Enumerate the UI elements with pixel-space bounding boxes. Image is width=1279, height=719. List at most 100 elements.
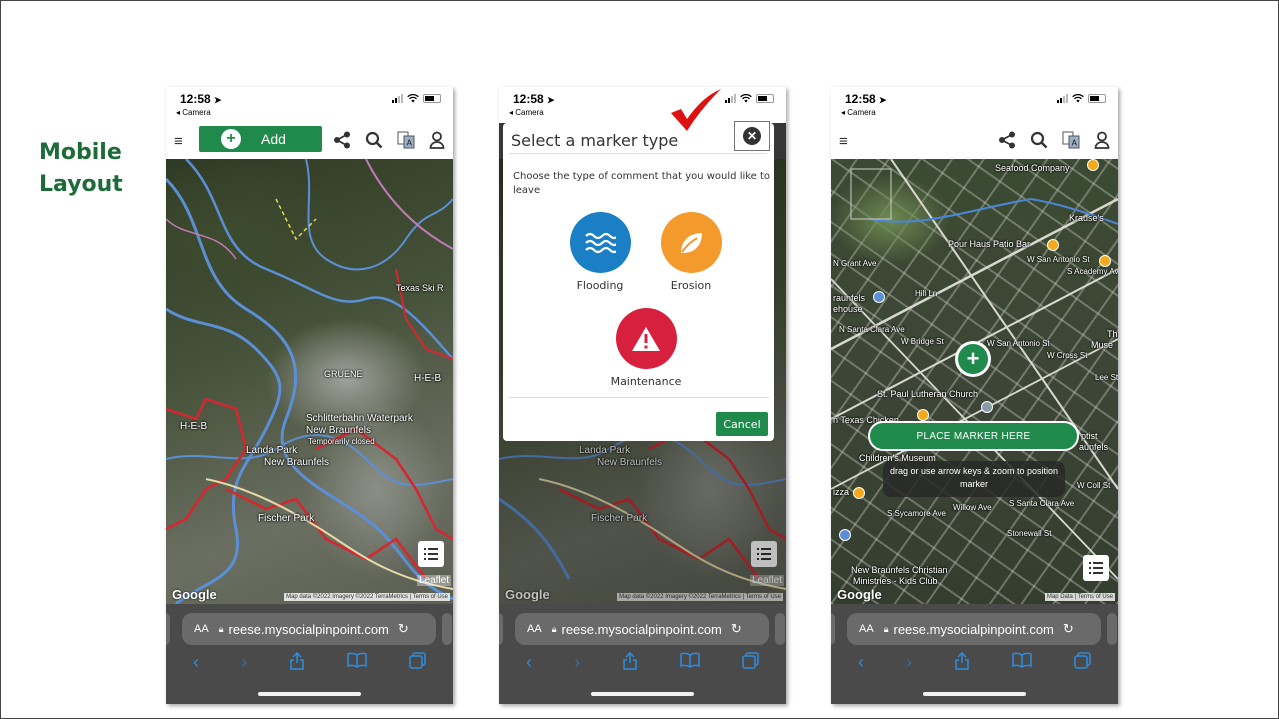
map-canvas[interactable]: Texas Ski R GRUENE H-E-B Schlitterbahn W… — [166, 159, 453, 604]
wifi-icon — [1072, 94, 1084, 103]
user-icon[interactable] — [429, 131, 445, 149]
home-indicator[interactable] — [591, 692, 694, 696]
leaflet-attribution[interactable]: Leaflet — [416, 575, 451, 586]
museum-pin-icon[interactable] — [873, 291, 885, 303]
url-bar[interactable]: AA 🔒︎ reese.mysocialpinpoint.com ↻ — [182, 613, 436, 645]
signal-icon — [392, 94, 403, 103]
url-text: reese.mysocialpinpoint.com — [893, 621, 1054, 637]
bookmarks-icon[interactable] — [347, 652, 367, 675]
back-to-camera[interactable]: ◂ Camera — [176, 108, 211, 117]
forward-icon[interactable]: › — [241, 652, 247, 675]
church-pin-icon[interactable] — [981, 401, 993, 413]
home-indicator[interactable] — [923, 692, 1026, 696]
share-sheet-icon[interactable] — [289, 651, 305, 675]
text-size-button[interactable]: AA — [859, 623, 874, 635]
map-label: W San Antonio St — [1027, 255, 1090, 264]
svg-text:A: A — [1072, 139, 1078, 148]
restaurant-pin-icon[interactable] — [853, 487, 865, 499]
marker-type-maintenance[interactable]: Maintenance — [601, 308, 691, 388]
google-logo: Google — [837, 587, 882, 602]
translate-icon[interactable]: A — [397, 131, 415, 149]
modal-description: Choose the type of comment that you woul… — [513, 171, 771, 196]
close-icon: ✕ — [743, 127, 761, 145]
map-label: St. Paul Lutheran Church — [877, 389, 979, 399]
wifi-icon — [407, 94, 419, 103]
list-view-button[interactable] — [418, 541, 444, 567]
list-view-button[interactable] — [1083, 555, 1109, 581]
search-icon[interactable] — [1030, 131, 1048, 149]
back-icon[interactable]: ‹ — [193, 652, 199, 675]
tabs-icon[interactable] — [409, 652, 426, 675]
back-icon[interactable]: ‹ — [858, 652, 864, 675]
lock-icon: 🔒︎ — [218, 623, 224, 634]
text-size-button[interactable]: AA — [527, 623, 542, 635]
restaurant-pin-icon[interactable] — [917, 409, 929, 421]
map-label: Pour Haus Patio Bar — [948, 239, 1031, 249]
tabs-icon[interactable] — [742, 652, 759, 675]
place-pin-icon[interactable] — [839, 529, 851, 541]
tabs-icon[interactable] — [1074, 652, 1091, 675]
reload-icon[interactable]: ↻ — [731, 621, 742, 637]
signal-icon — [725, 94, 736, 103]
marker-type-label: Maintenance — [610, 375, 682, 388]
status-icons — [392, 94, 441, 103]
map-label: S Sycamore Ave — [887, 509, 946, 518]
bar-pin-icon[interactable] — [1047, 239, 1059, 251]
status-bar: 12:58 ➤ ◂ Camera — [499, 87, 786, 123]
forward-icon[interactable]: › — [574, 652, 580, 675]
translate-icon[interactable]: A — [1062, 131, 1080, 149]
cancel-button[interactable]: Cancel — [716, 412, 768, 436]
map-label: Lee St — [1095, 373, 1118, 382]
leaf-icon — [660, 212, 722, 273]
map-label: aunfels — [1079, 442, 1109, 452]
url-bar[interactable]: AA 🔒︎ reese.mysocialpinpoint.com ↻ — [515, 613, 769, 645]
bookmarks-icon[interactable] — [1012, 652, 1032, 675]
marker-type-flooding[interactable]: Flooding — [555, 212, 645, 292]
url-bar[interactable]: AA 🔒︎ reese.mysocialpinpoint.com ↻ — [847, 613, 1101, 645]
location-arrow-icon: ➤ — [214, 95, 222, 105]
add-button-label: Add — [261, 131, 286, 147]
home-indicator[interactable] — [258, 692, 361, 696]
map-label: Seafood Company — [995, 163, 1070, 173]
red-checkmark-icon — [671, 89, 721, 131]
warning-icon — [615, 308, 677, 369]
share-sheet-icon[interactable] — [622, 651, 638, 675]
text-size-button[interactable]: AA — [194, 623, 209, 635]
share-sheet-icon[interactable] — [954, 651, 970, 675]
modal-title: Select a marker type — [511, 131, 679, 150]
map-label: Landa Park — [246, 445, 298, 456]
back-to-camera[interactable]: ◂ Camera — [509, 108, 544, 117]
map-attribution[interactable]: Map Data | Terms of Use — [1044, 593, 1115, 601]
map-attribution[interactable]: Map data ©2022 Imagery ©2022 TerraMetric… — [284, 593, 450, 601]
bookmarks-icon[interactable] — [680, 652, 700, 675]
map-label: W Bridge St — [901, 337, 944, 346]
app-toolbar: ≡ A — [831, 123, 1118, 159]
map-label: Temporarily closed — [308, 437, 375, 446]
lock-icon: 🔒︎ — [883, 623, 889, 634]
location-arrow-icon: ➤ — [879, 95, 887, 105]
phone-map-view: 12:58 ➤ ◂ Camera ≡ + Add A Texas Ski R G… — [166, 87, 453, 704]
menu-icon[interactable]: ≡ — [839, 133, 848, 150]
share-icon[interactable] — [333, 131, 351, 149]
reload-icon[interactable]: ↻ — [398, 621, 409, 637]
share-icon[interactable] — [998, 131, 1016, 149]
list-icon — [1089, 562, 1103, 574]
signal-icon — [1057, 94, 1068, 103]
back-to-camera[interactable]: ◂ Camera — [841, 108, 876, 117]
forward-icon[interactable]: › — [906, 652, 912, 675]
user-icon[interactable] — [1094, 131, 1110, 149]
reload-icon[interactable]: ↻ — [1063, 621, 1074, 637]
restaurant-pin-icon[interactable] — [1087, 159, 1099, 171]
map-canvas[interactable]: Seafood Company Krause's Pour Haus Patio… — [831, 159, 1118, 604]
draggable-marker[interactable]: + — [955, 341, 991, 377]
restaurant-pin-icon[interactable] — [1099, 255, 1111, 267]
marker-type-erosion[interactable]: Erosion — [646, 212, 736, 292]
menu-icon[interactable]: ≡ — [174, 133, 183, 150]
place-marker-button[interactable]: PLACE MARKER HERE — [868, 421, 1079, 451]
location-arrow-icon: ➤ — [547, 95, 555, 105]
close-button[interactable]: ✕ — [734, 121, 770, 151]
battery-icon — [423, 94, 441, 103]
search-icon[interactable] — [365, 131, 383, 149]
add-button[interactable]: + Add — [199, 126, 322, 152]
back-icon[interactable]: ‹ — [526, 652, 532, 675]
